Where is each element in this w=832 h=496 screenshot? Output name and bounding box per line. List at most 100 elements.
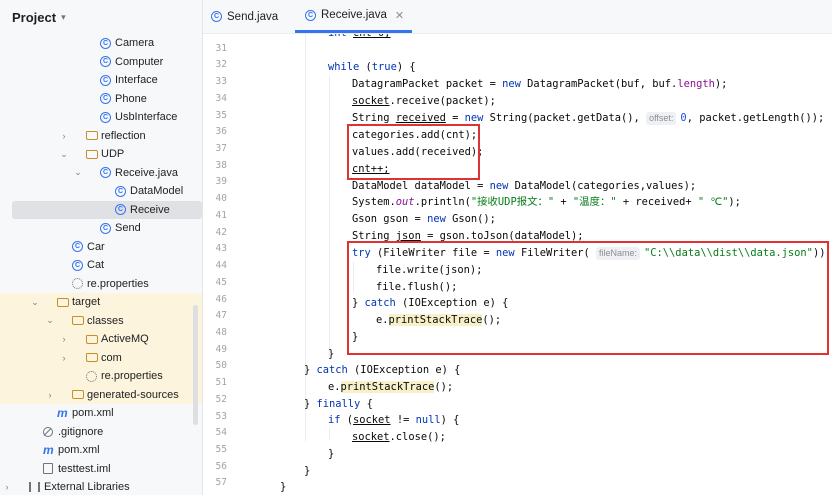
line-number: 45: [215, 276, 227, 288]
tree-item[interactable]: .gitignore: [0, 423, 202, 442]
chevron-right-icon[interactable]: ›: [59, 353, 69, 363]
tree-item-label: Car: [87, 240, 105, 253]
tree-item-label: com: [101, 351, 122, 364]
chevron-right-icon[interactable]: ›: [59, 334, 69, 344]
code-line-41: Gson gson = new Gson();: [352, 213, 496, 225]
indent-guide: [329, 428, 330, 440]
tree-item-label: generated-sources: [87, 388, 179, 401]
line-number-gutter: 3031323334353637383940414243444546474849…: [203, 26, 227, 495]
tree-item[interactable]: re.properties: [0, 367, 202, 386]
tree-item-label: Receive.java: [115, 166, 178, 179]
class-icon: C: [100, 167, 111, 179]
chevron-right-icon[interactable]: ›: [2, 482, 12, 492]
code-line-57: }: [280, 481, 287, 493]
tree-item[interactable]: ⌄ classes: [0, 311, 202, 330]
tab-send-java[interactable]: C Send.java: [211, 0, 278, 33]
tree-item[interactable]: C DataModel: [0, 182, 202, 201]
line-number: 55: [215, 444, 227, 455]
line-number: 50: [215, 360, 227, 372]
line-number: 51: [215, 377, 227, 389]
folder-icon: [72, 390, 84, 400]
tree-item-label: testtest.iml: [58, 462, 111, 475]
tree-item[interactable]: C Interface: [0, 71, 202, 90]
tree-item[interactable]: ⌄ UDP: [0, 145, 202, 164]
tree-item[interactable]: C Camera: [0, 34, 202, 53]
tree-item[interactable]: › generated-sources: [0, 385, 202, 404]
class-icon: C: [211, 11, 222, 22]
line-number: 53: [215, 410, 227, 422]
code-line-54: socket.close();: [352, 431, 446, 443]
tree-item[interactable]: C Cat: [0, 256, 202, 275]
code-line-40: System.out.println("接收UDP报文：" + "温度：" + …: [352, 196, 741, 208]
indent-guide: [329, 76, 330, 356]
editor: int cnt=0; while (true) { DatagramPacket…: [203, 0, 832, 495]
tree-item-label: Interface: [115, 74, 158, 87]
line-number: 35: [215, 109, 227, 121]
tree-item[interactable]: › com: [0, 348, 202, 367]
code-line-50: } catch (IOException e) {: [304, 364, 461, 376]
highlight-box-counters: [347, 124, 480, 180]
tree-item[interactable]: › ActiveMQ: [0, 330, 202, 349]
folder-icon: [72, 316, 84, 326]
code-area[interactable]: int cnt=0; while (true) { DatagramPacket…: [203, 0, 832, 495]
chevron-down-icon[interactable]: ⌄: [30, 297, 40, 308]
class-icon: C: [115, 204, 126, 216]
parameter-hint-offset: offset:: [646, 112, 677, 125]
tree-item[interactable]: C UsbInterface: [0, 108, 202, 127]
line-number: 34: [215, 92, 227, 104]
tree-item-label: Phone: [115, 92, 147, 105]
line-number: 49: [215, 343, 227, 355]
line-number: 56: [215, 460, 227, 472]
code-line-52: } finally {: [304, 398, 373, 410]
line-number: 39: [215, 176, 227, 188]
tree-item[interactable]: C Send: [0, 219, 202, 238]
code-line-53: if (socket != null) {: [328, 414, 460, 426]
class-icon: C: [100, 222, 111, 234]
ignore-icon: [43, 426, 53, 437]
tree-item-label: pom.xml: [58, 444, 100, 457]
chevron-down-icon[interactable]: ⌄: [59, 149, 69, 160]
tree-item-label: .gitignore: [58, 425, 104, 438]
tree-item[interactable]: › reflection: [0, 127, 202, 146]
project-title: Project: [12, 9, 57, 25]
tree-item[interactable]: C Computer: [0, 53, 202, 72]
class-icon: C: [115, 185, 126, 197]
tree-item[interactable]: re.properties: [0, 275, 202, 294]
line-number: 33: [215, 76, 227, 88]
chevron-down-icon[interactable]: ▾: [61, 12, 66, 23]
tree-item[interactable]: m pom.xml: [0, 404, 202, 423]
tree-item-label: pom.xml: [72, 407, 114, 420]
tree-item[interactable]: testtest.iml: [0, 460, 202, 479]
class-icon: C: [305, 9, 316, 21]
tree-item[interactable]: C Phone: [0, 90, 202, 109]
tree-item-label: target: [72, 296, 101, 309]
chevron-right-icon[interactable]: ›: [59, 131, 69, 141]
close-icon[interactable]: ✕: [395, 9, 404, 22]
sidebar-scrollbar[interactable]: [193, 305, 198, 425]
project-header[interactable]: Project ▾: [0, 0, 202, 34]
class-icon: C: [100, 56, 111, 68]
chevron-down-icon[interactable]: ⌄: [73, 167, 83, 178]
folder-icon: [86, 149, 98, 159]
code-line-32: while (true) {: [328, 61, 416, 73]
class-icon: C: [72, 259, 83, 271]
tree-item[interactable]: m pom.xml: [0, 441, 202, 460]
chevron-down-icon[interactable]: ⌄: [45, 315, 55, 326]
chevron-right-icon[interactable]: ›: [45, 390, 55, 400]
line-number: 44: [215, 260, 227, 272]
tree-item-label: UDP: [101, 148, 125, 161]
line-number: 54: [215, 427, 227, 439]
tree-item[interactable]: ⌄ target: [0, 293, 202, 312]
gear-icon: [86, 370, 97, 382]
code-line-55: }: [328, 448, 335, 460]
tree-item-label: UsbInterface: [115, 111, 178, 124]
line-number: 41: [215, 209, 227, 221]
tree-item[interactable]: C Receive: [12, 200, 202, 219]
project-tree: C Camera C Computer C Interface C Phone C UsbInte…: [0, 34, 202, 495]
tab-receive-java[interactable]: C Receive.java ✕: [295, 0, 413, 33]
library-icon: [29, 482, 40, 493]
tree-item[interactable]: ⌄ C Receive.java: [0, 164, 202, 183]
tree-item[interactable]: › External Libraries: [0, 478, 202, 495]
tree-item[interactable]: C Car: [0, 238, 202, 257]
tree-item-label: ActiveMQ: [101, 333, 149, 346]
